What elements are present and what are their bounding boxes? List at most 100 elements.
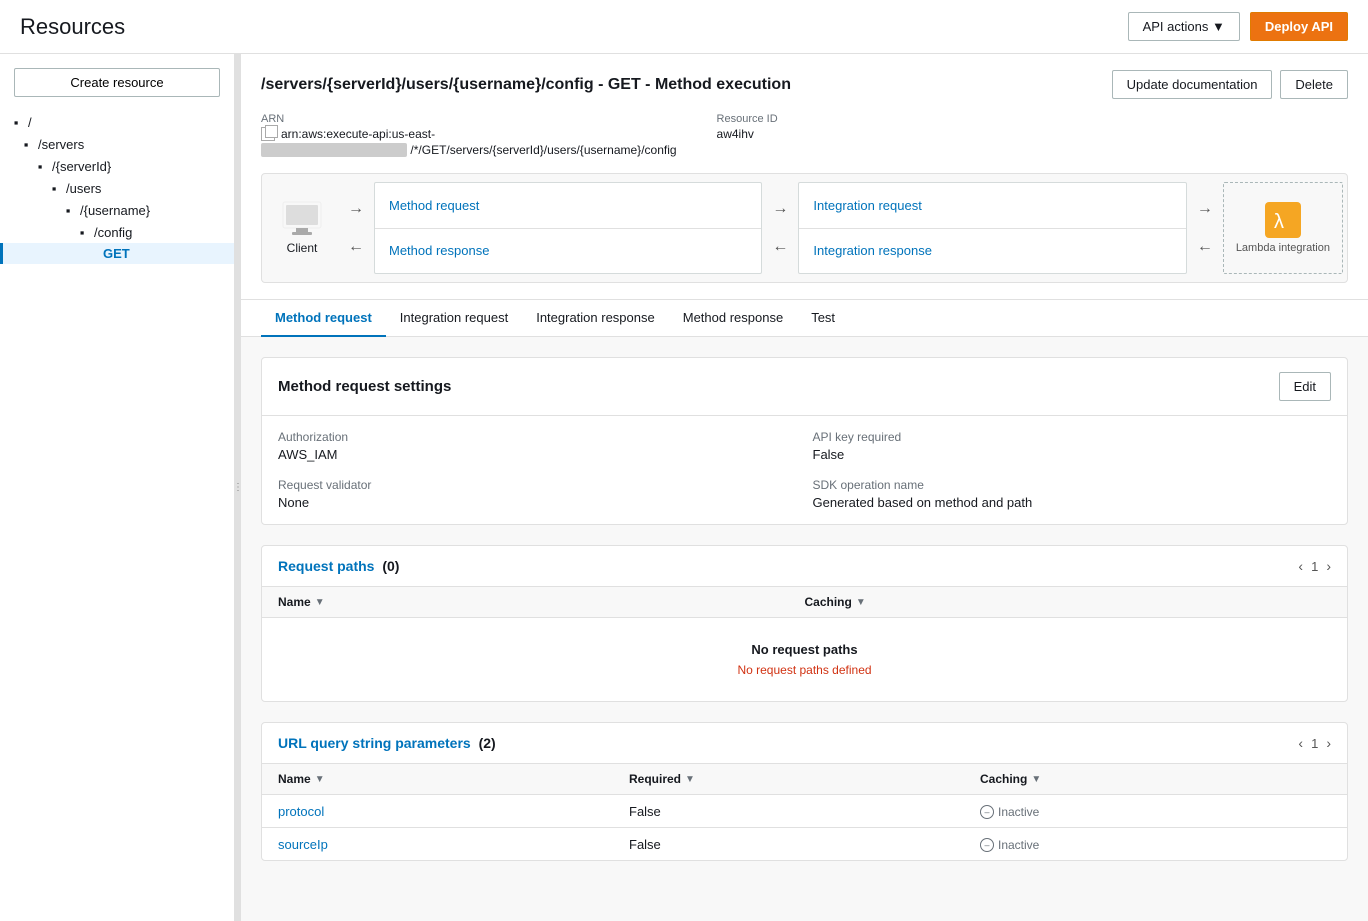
flow-integration-box: Integration request Integration response: [798, 182, 1186, 274]
update-documentation-button[interactable]: Update documentation: [1112, 70, 1273, 99]
page-title: Resources: [20, 14, 125, 40]
sdk-operation-field: SDK operation name Generated based on me…: [813, 478, 1332, 510]
deploy-api-button[interactable]: Deploy API: [1250, 12, 1348, 41]
client-label: Client: [287, 241, 318, 255]
collapse-icon: ▪: [32, 158, 48, 174]
collapse-icon: ▪: [74, 224, 90, 240]
tabs-bar: Method request Integration request Integ…: [241, 300, 1368, 337]
arrow-left-3: ←: [1197, 238, 1213, 256]
sidebar-item-config[interactable]: ▪ /config: [0, 221, 234, 243]
table-row: sourceIp False – Inactive: [262, 828, 1347, 860]
tab-method-response[interactable]: Method response: [669, 300, 797, 337]
flow-method-box: Method request Method response: [374, 182, 762, 274]
integration-request-flow-item[interactable]: Integration request: [799, 183, 1185, 229]
arn-masked: 1:XXXXXXXXXXXXXXXX: [261, 143, 407, 157]
sidebar-item-get[interactable]: GET: [0, 243, 234, 264]
collapse-icon: ▪: [46, 180, 62, 196]
tree-label-root: /: [28, 115, 32, 130]
caching-column-header: Caching ▼: [805, 595, 1332, 609]
method-response-link[interactable]: Method response: [389, 243, 489, 258]
sidebar-item-serverid[interactable]: ▪ /{serverId}: [0, 155, 234, 177]
row-name-sourceip: sourceIp: [278, 837, 629, 852]
method-request-settings: Method request settings Edit Authorizati…: [261, 357, 1348, 525]
method-request-flow-item[interactable]: Method request: [375, 183, 761, 229]
create-resource-button[interactable]: Create resource: [14, 68, 220, 97]
integration-response-link[interactable]: Integration response: [813, 243, 932, 258]
request-paths-title: Request paths (0): [278, 558, 399, 574]
resource-id-block: Resource ID aw4ihv: [717, 113, 778, 157]
arrow-left-2: ←: [772, 238, 788, 256]
sort-name-icon: ▼: [315, 774, 325, 785]
arn-prefix-text: arn:aws:execute-api:us-east-: [281, 127, 435, 141]
tree-label-users: /users: [66, 181, 101, 196]
required-col-header: Required ▼: [629, 772, 980, 786]
integration-response-flow-item[interactable]: Integration response: [799, 229, 1185, 274]
settings-header: Method request settings Edit: [262, 358, 1347, 416]
api-key-value: False: [813, 447, 1332, 462]
query-params-table-header: Name ▼ Required ▼ Caching ▼: [262, 764, 1347, 795]
api-actions-button[interactable]: API actions ▼: [1128, 12, 1240, 41]
svg-text:λ: λ: [1273, 212, 1285, 235]
tree-label-serverid: /{serverId}: [52, 159, 111, 174]
method-request-link[interactable]: Method request: [389, 198, 479, 213]
integration-request-link[interactable]: Integration request: [813, 198, 921, 213]
sourceip-link[interactable]: sourceIp: [278, 837, 328, 852]
flow-arrows-3: → ←: [1191, 174, 1219, 282]
tree-label-servers: /servers: [38, 137, 84, 152]
chevron-down-icon: ▼: [1212, 19, 1225, 34]
sidebar-item-users[interactable]: ▪ /users: [0, 177, 234, 199]
pagination-request-paths: ‹ 1 ›: [1298, 558, 1331, 574]
request-validator-value: None: [278, 495, 797, 510]
pagination-next-btn[interactable]: ›: [1326, 735, 1331, 751]
resource-id-value: aw4ihv: [717, 127, 778, 141]
pagination-query-params: ‹ 1 ›: [1298, 735, 1331, 751]
client-icon: [282, 201, 322, 237]
sidebar-item-username[interactable]: ▪ /{username}: [0, 199, 234, 221]
tab-method-request[interactable]: Method request: [261, 300, 386, 337]
tab-integration-request[interactable]: Integration request: [386, 300, 522, 337]
request-paths-section: Request paths (0) ‹ 1 › Name ▼ C: [261, 545, 1348, 702]
flow-diagram: Client → ← Method request Method respons…: [261, 173, 1348, 283]
delete-button[interactable]: Delete: [1280, 70, 1348, 99]
empty-sub: No request paths defined: [737, 663, 871, 677]
page-header: Resources API actions ▼ Deploy API: [0, 0, 1368, 54]
name-col-header: Name ▼: [278, 772, 629, 786]
arrow-right-2: →: [772, 200, 788, 218]
resource-path-title: /servers/{serverId}/users/{username}/con…: [261, 76, 791, 94]
settings-edit-button[interactable]: Edit: [1279, 372, 1331, 401]
settings-title: Method request settings: [278, 378, 451, 395]
pagination-next-button[interactable]: ›: [1326, 558, 1331, 574]
url-query-params-header: URL query string parameters (2) ‹ 1 ›: [262, 723, 1347, 764]
arn-copy: arn:aws:execute-api:us-east-: [261, 127, 677, 141]
settings-grid: Authorization AWS_IAM API key required F…: [262, 416, 1347, 524]
resource-id-label: Resource ID: [717, 113, 778, 125]
sidebar-item-root[interactable]: ▪ /: [0, 111, 234, 133]
flow-client: Client: [262, 174, 342, 282]
arrow-right-3: →: [1197, 200, 1213, 218]
flow-arrows-2: → ←: [766, 174, 794, 282]
pagination-prev-btn[interactable]: ‹: [1298, 735, 1303, 751]
name-column-header: Name ▼: [278, 595, 805, 609]
protocol-link[interactable]: protocol: [278, 804, 324, 819]
flow-lambda-box[interactable]: λ Lambda integration: [1223, 182, 1343, 274]
tree-label-username: /{username}: [80, 203, 150, 218]
tab-test[interactable]: Test: [797, 300, 849, 337]
row-required-protocol: False: [629, 804, 980, 819]
header-actions: API actions ▼ Deploy API: [1128, 12, 1348, 41]
main-layout: Create resource ▪ / ▪ /servers ▪ /{serve…: [0, 54, 1368, 921]
arn-suffix: /*/GET/servers/{serverId}/users/{usernam…: [410, 143, 676, 157]
row-required-sourceip: False: [629, 837, 980, 852]
sort-caching-icon: ▼: [1031, 774, 1041, 785]
sidebar-item-servers[interactable]: ▪ /servers: [0, 133, 234, 155]
copy-icon[interactable]: [261, 127, 275, 141]
arrow-left-1: ←: [348, 238, 364, 256]
authorization-field: Authorization AWS_IAM: [278, 430, 797, 462]
request-paths-empty: No request paths No request paths define…: [262, 618, 1347, 701]
row-caching-protocol: – Inactive: [980, 803, 1331, 819]
tab-integration-response[interactable]: Integration response: [522, 300, 669, 337]
flow-arrows-1: → ←: [342, 174, 370, 282]
request-validator-label: Request validator: [278, 478, 797, 492]
pagination-prev-button[interactable]: ‹: [1298, 558, 1303, 574]
method-response-flow-item[interactable]: Method response: [375, 229, 761, 274]
sort-required-icon: ▼: [685, 774, 695, 785]
